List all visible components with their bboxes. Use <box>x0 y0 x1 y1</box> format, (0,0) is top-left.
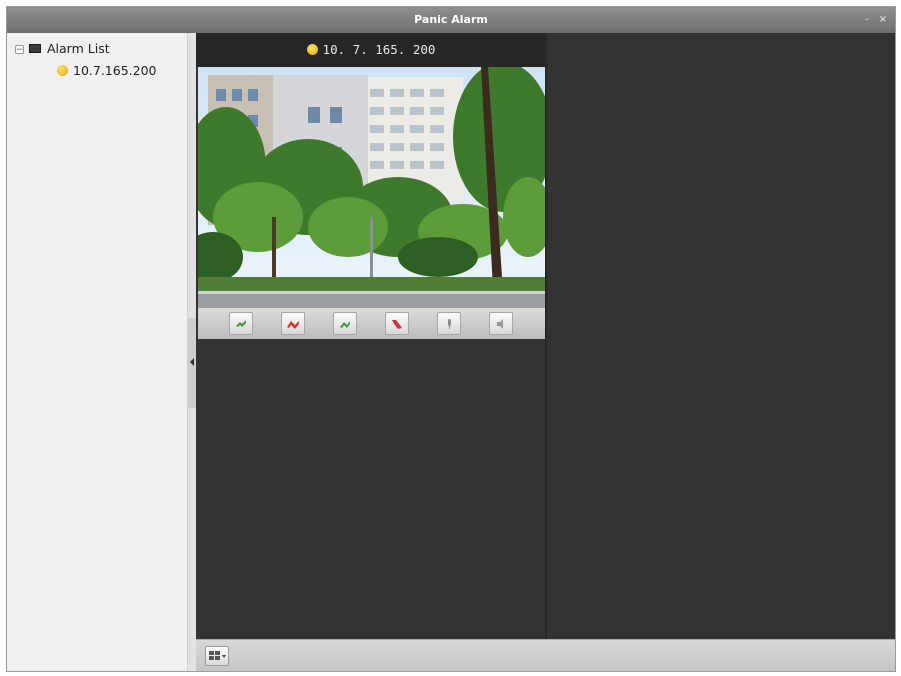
window-layout-button[interactable] <box>205 646 229 666</box>
call-answer-alt-button[interactable] <box>333 312 357 335</box>
alarm-list-label: Alarm List <box>47 41 110 56</box>
video-grid: 10. 7. 165. 200 <box>196 33 895 639</box>
collapse-panel-arrow-icon[interactable] <box>188 318 196 408</box>
speaker-button[interactable] <box>489 312 513 335</box>
bottom-toolbar <box>196 639 895 671</box>
alarm-status-icon <box>57 65 68 76</box>
alarm-stop-button[interactable] <box>385 312 409 335</box>
microphone-icon <box>448 319 451 329</box>
call-answer-alt-icon <box>340 321 350 328</box>
call-hangup-icon <box>287 321 299 329</box>
alarm-status-icon <box>306 44 318 55</box>
collapse-toggle-icon[interactable]: − <box>15 45 24 55</box>
panic-alarm-window: Panic Alarm – × − Alarm List 10.7.165.200… <box>6 6 896 672</box>
window-title: Panic Alarm <box>414 13 488 26</box>
title-bar: Panic Alarm – × <box>7 7 895 33</box>
live-video-image <box>198 67 545 307</box>
call-answer-button[interactable] <box>229 312 253 335</box>
monitor-icon <box>29 44 41 53</box>
street-scene-image <box>198 67 545 307</box>
alarm-stop-icon <box>392 320 402 329</box>
call-answer-icon <box>236 320 246 327</box>
microphone-button[interactable] <box>437 312 461 335</box>
channel-label: 10. 7. 165. 200 <box>322 42 436 57</box>
call-hangup-button[interactable] <box>281 312 305 335</box>
device-ip-label: 10.7.165.200 <box>73 63 157 78</box>
video-pane-1[interactable]: 10. 7. 165. 200 <box>196 33 546 639</box>
tree-node-alarm-list[interactable]: − Alarm List <box>15 39 110 59</box>
panel-splitter[interactable] <box>188 33 196 671</box>
two-way-audio-toolbar <box>198 307 545 339</box>
window-layout-icon <box>209 651 226 660</box>
video-pane-2[interactable] <box>548 33 895 639</box>
alarm-list-panel: − Alarm List 10.7.165.200 <box>7 33 188 671</box>
close-button[interactable]: × <box>877 14 889 26</box>
channel-header: 10. 7. 165. 200 <box>196 33 546 67</box>
minimize-button[interactable]: – <box>861 14 873 26</box>
tree-node-device[interactable]: 10.7.165.200 <box>57 61 157 81</box>
speaker-icon <box>497 319 503 329</box>
